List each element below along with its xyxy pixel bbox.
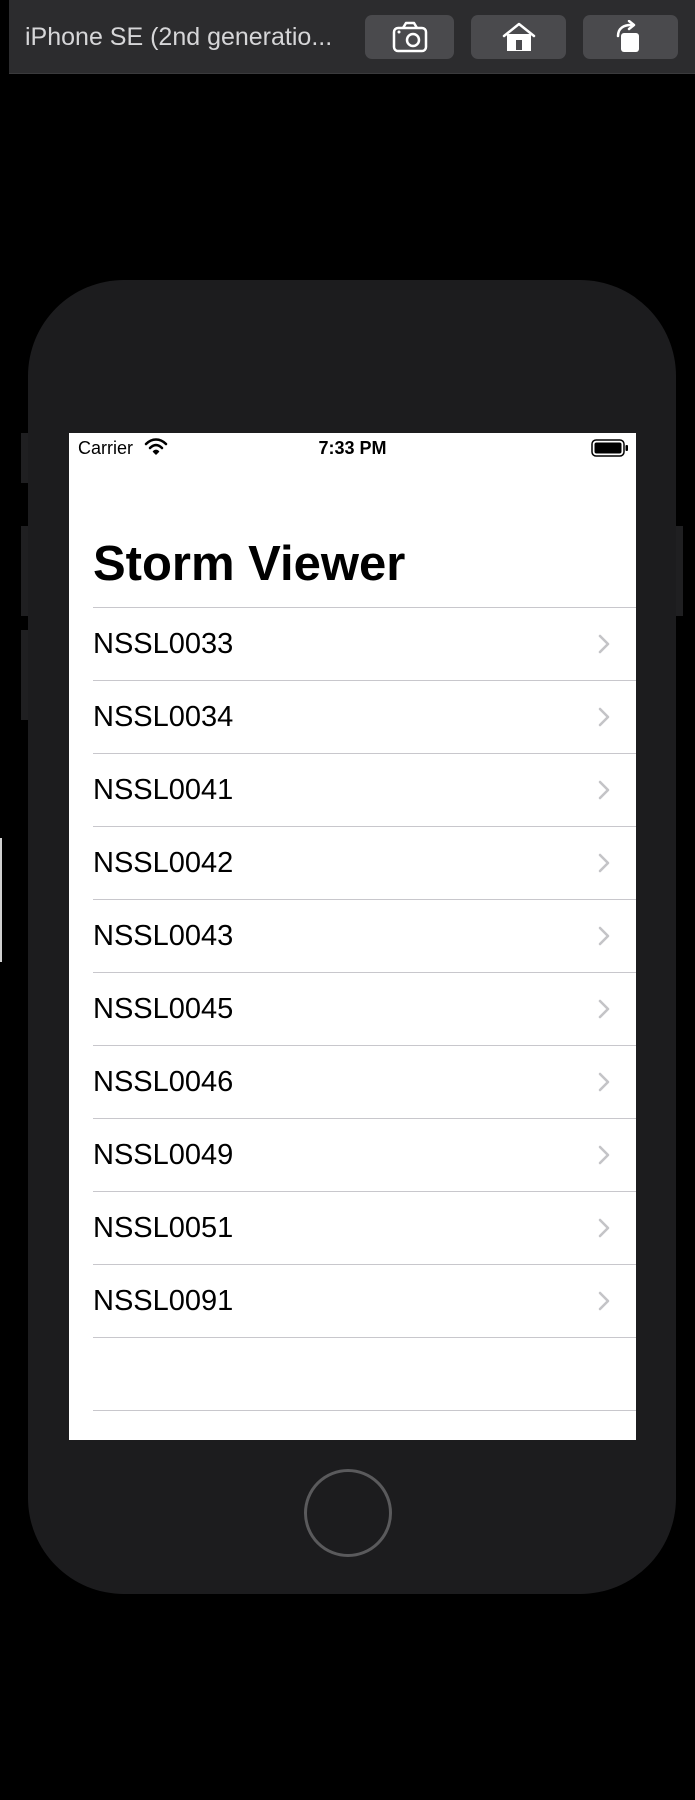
chevron-right-icon — [598, 1218, 610, 1243]
device-name-label[interactable]: iPhone SE (2nd generatio... — [25, 22, 365, 52]
page-title: Storm Viewer — [93, 537, 406, 591]
status-bar: Carrier 7:33 PM — [69, 433, 636, 465]
chevron-right-icon — [598, 926, 610, 951]
row-label: NSSL0043 — [93, 919, 234, 952]
empty-table-row — [93, 1338, 636, 1411]
row-label: NSSL0091 — [93, 1284, 234, 1317]
simulator-toolbar: iPhone SE (2nd generatio... — [9, 0, 695, 74]
table-row[interactable]: NSSL0091 — [93, 1265, 636, 1338]
table-row[interactable]: NSSL0034 — [93, 681, 636, 754]
picture-table: NSSL0033 NSSL0034 NSSL0041 NSSL0042 NSSL0043… — [69, 607, 636, 1411]
table-row[interactable]: NSSL0042 — [93, 827, 636, 900]
table-row[interactable]: NSSL0045 — [93, 973, 636, 1046]
row-label: NSSL0051 — [93, 1211, 234, 1244]
chevron-right-icon — [598, 1291, 610, 1316]
chevron-right-icon — [598, 1145, 610, 1170]
status-time: 7:33 PM — [318, 438, 387, 458]
table-row[interactable]: NSSL0051 — [93, 1192, 636, 1265]
rotate-icon — [613, 20, 649, 54]
power-button — [675, 526, 683, 616]
chevron-right-icon — [598, 853, 610, 878]
chevron-right-icon — [598, 634, 610, 659]
battery-icon — [591, 439, 629, 462]
chevron-right-icon — [598, 780, 610, 805]
table-row[interactable]: NSSL0041 — [93, 754, 636, 827]
home-icon — [501, 21, 537, 53]
row-label: NSSL0046 — [93, 1065, 234, 1098]
row-label: NSSL0041 — [93, 773, 234, 806]
row-label: NSSL0033 — [93, 627, 234, 660]
home-button-toolbar[interactable] — [471, 15, 566, 59]
window-edge-indicator — [0, 838, 2, 962]
device-home-button[interactable] — [304, 1469, 392, 1557]
camera-icon — [392, 21, 428, 53]
device-screen: Carrier 7:33 PM Storm Viewer NSSL0033 NSS… — [69, 433, 636, 1440]
screenshot-button[interactable] — [365, 15, 454, 59]
chevron-right-icon — [598, 999, 610, 1024]
chevron-right-icon — [598, 1072, 610, 1097]
rotate-button[interactable] — [583, 15, 678, 59]
row-label: NSSL0042 — [93, 846, 234, 879]
table-row[interactable]: NSSL0043 — [93, 900, 636, 973]
chevron-right-icon — [598, 707, 610, 732]
row-label: NSSL0049 — [93, 1138, 234, 1171]
row-label: NSSL0034 — [93, 700, 234, 733]
row-label: NSSL0045 — [93, 992, 234, 1025]
table-row[interactable]: NSSL0033 — [93, 608, 636, 681]
table-row[interactable]: NSSL0049 — [93, 1119, 636, 1192]
table-row[interactable]: NSSL0046 — [93, 1046, 636, 1119]
